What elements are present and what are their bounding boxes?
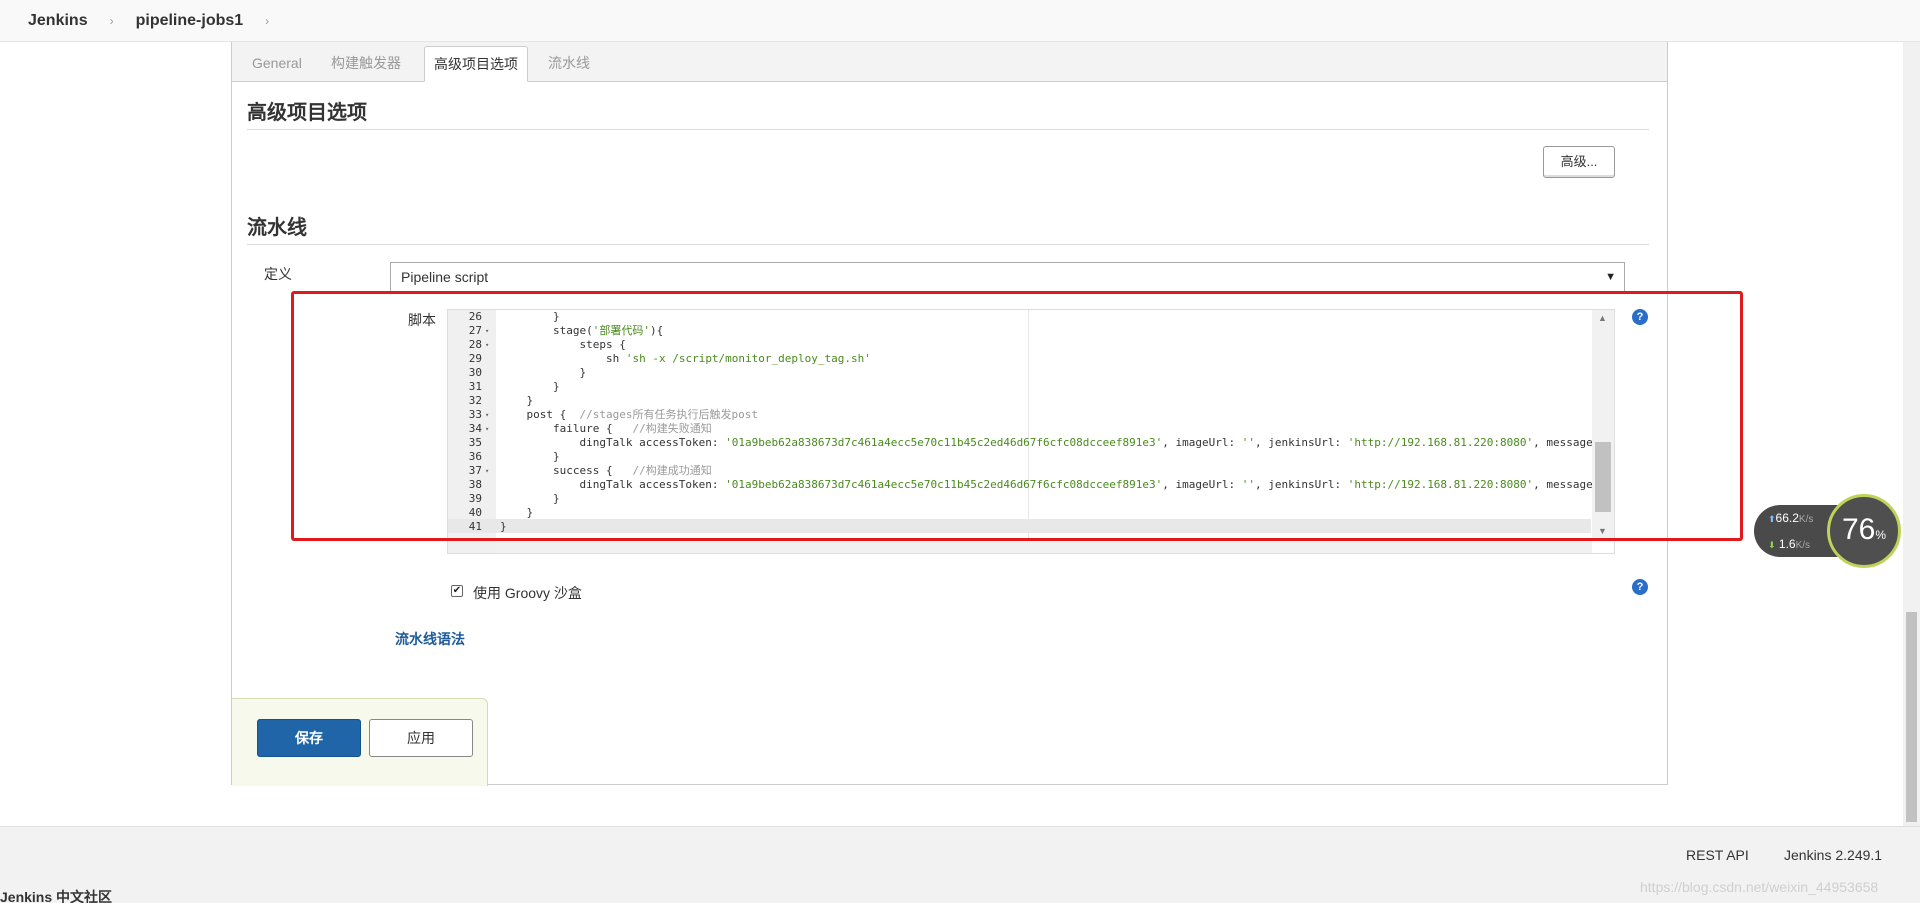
upload-arrow-icon: ⬆ [1768,514,1776,524]
line-number: 29 [468,352,482,365]
code-text: steps { [500,338,626,351]
breadcrumb-jenkins-link[interactable]: Jenkins [28,12,88,30]
line-number: 34 [468,422,482,435]
definition-select[interactable]: Pipeline script ▼ [390,262,1625,292]
sandbox-help-icon[interactable]: ? [1632,579,1648,595]
code-line[interactable]: 41} [448,520,1591,534]
code-text: post { //stages所有任务执行后触发post [500,408,758,421]
line-number: 33 [468,408,482,421]
line-number: 40 [468,506,482,519]
code-text: } [500,506,534,519]
code-text: sh 'sh -x /script/monitor_deploy_tag.sh' [500,352,871,365]
code-text: success { //构建成功通知 [500,464,712,477]
code-line[interactable]: 28 ▾ steps { [448,338,1591,352]
community-link[interactable]: Jenkins 中文社区 [0,887,112,903]
code-line[interactable]: 27 ▾ stage('部署代码'){ [448,324,1591,338]
dropdown-arrow-icon: ▼ [1605,271,1616,283]
form-actions-bar: 保存 应用 [232,698,488,786]
code-text: } [500,450,560,463]
code-text: } [500,366,587,379]
line-number: 28 [468,338,482,351]
rest-api-link[interactable]: REST API [1686,847,1749,863]
line-number: 32 [468,394,482,407]
jenkins-version-link[interactable]: Jenkins 2.249.1 [1784,847,1882,863]
code-line[interactable]: 36 } [448,450,1591,464]
code-line[interactable]: 26 } [448,310,1591,324]
scroll-down-icon[interactable]: ▼ [1598,526,1607,536]
editor-scroll-thumb[interactable] [1595,442,1611,512]
code-line[interactable]: 39 } [448,492,1591,506]
download-arrow-icon: ⬇ [1768,540,1776,550]
download-speed: ⬇ 1.6K/s [1768,537,1811,551]
save-button[interactable]: 保存 [257,719,361,757]
line-number: 31 [468,380,482,393]
config-panel: General 构建触发器 高级项目选项 流水线 高级项目选项 高级... 流水… [231,42,1668,785]
breadcrumb-bar: Jenkins › pipeline-jobs1 › [0,0,1920,42]
definition-selected-value: Pipeline script [401,269,489,285]
code-text: failure { //构建失败通知 [500,422,712,435]
code-text: } [500,520,507,533]
line-number: 36 [468,450,482,463]
apply-button[interactable]: 应用 [369,719,473,757]
pipeline-syntax-link[interactable]: 流水线语法 [395,629,465,649]
tab-advanced-project-options[interactable]: 高级项目选项 [424,46,528,82]
line-number: 38 [468,478,482,491]
code-line[interactable]: 30 } [448,366,1591,380]
fold-arrow-icon[interactable]: ▾ [485,422,489,436]
code-line[interactable]: 29 sh 'sh -x /script/monitor_deploy_tag.… [448,352,1591,366]
code-line[interactable]: 34 ▾ failure { //构建失败通知 [448,422,1591,436]
chevron-right-icon[interactable]: › [265,14,269,28]
fold-arrow-icon[interactable]: ▾ [485,408,489,422]
line-number: 37 [468,464,482,477]
fold-arrow-icon[interactable]: ▾ [485,324,489,338]
editor-horizontal-scrollbar[interactable] [496,541,1592,553]
line-number: 35 [468,436,482,449]
fold-arrow-icon[interactable]: ▾ [485,464,489,478]
chevron-right-icon[interactable]: › [110,14,114,28]
code-line[interactable]: 33 ▾ post { //stages所有任务执行后触发post [448,408,1591,422]
script-label: 脚本 [408,312,436,328]
page-footer: REST API Jenkins 2.249.1 https://blog.cs… [0,826,1920,903]
tab-pipeline[interactable]: 流水线 [539,46,599,82]
code-text: } [500,394,534,407]
line-number: 27 [468,324,482,337]
fold-arrow-icon[interactable]: ▾ [485,338,489,352]
line-number: 30 [468,366,482,379]
line-number: 41 [468,520,482,533]
breadcrumb-job-link[interactable]: pipeline-jobs1 [136,12,244,30]
section-title-advanced: 高级项目选项 [247,96,1649,130]
config-tabs: General 构建触发器 高级项目选项 流水线 [232,42,1667,82]
script-help-icon[interactable]: ? [1632,309,1648,325]
groovy-sandbox-checkbox[interactable]: ✔ [451,585,463,597]
code-line[interactable]: 40 } [448,506,1591,520]
script-editor[interactable]: 26 } 27 ▾ stage('部署代码'){28 ▾ steps {29 sh '… [447,309,1615,554]
groovy-sandbox-label: 使用 Groovy 沙盒 [473,585,582,601]
section-title-pipeline: 流水线 [247,211,1649,245]
network-speed-widget: ⬆66.2K/s ⬇ 1.6K/s 76% [1754,494,1901,568]
code-text: } [500,380,560,393]
code-line[interactable]: 32 } [448,394,1591,408]
code-text: dingTalk accessToken: '01a9beb62a838673d… [500,478,1600,491]
upload-speed: ⬆66.2K/s [1768,511,1814,525]
editor-vertical-scrollbar[interactable]: ▲ ▼ [1592,310,1614,540]
code-line[interactable]: 31 } [448,380,1591,394]
page-scroll-thumb[interactable] [1906,612,1917,822]
tab-general[interactable]: General [243,46,311,82]
code-text: } [500,310,560,323]
watermark-text: https://blog.csdn.net/weixin_44953658 [1640,879,1879,895]
code-line[interactable]: 38 dingTalk accessToken: '01a9beb62a8386… [448,478,1600,492]
line-number: 39 [468,492,482,505]
advanced-button[interactable]: 高级... [1543,146,1615,178]
definition-label: 定义 [264,266,292,282]
tab-build-triggers[interactable]: 构建触发器 [322,46,410,82]
cpu-usage-gauge: 76% [1827,494,1901,568]
code-line[interactable]: 35 dingTalk accessToken: '01a9beb62a8386… [448,436,1600,450]
page-scrollbar[interactable] [1903,42,1920,826]
line-number: 26 [468,310,482,323]
code-line[interactable]: 37 ▾ success { //构建成功通知 [448,464,1591,478]
code-text: stage('部署代码'){ [500,324,664,337]
scroll-up-icon[interactable]: ▲ [1598,313,1607,323]
code-text: dingTalk accessToken: '01a9beb62a838673d… [500,436,1600,449]
code-text: } [500,492,560,505]
